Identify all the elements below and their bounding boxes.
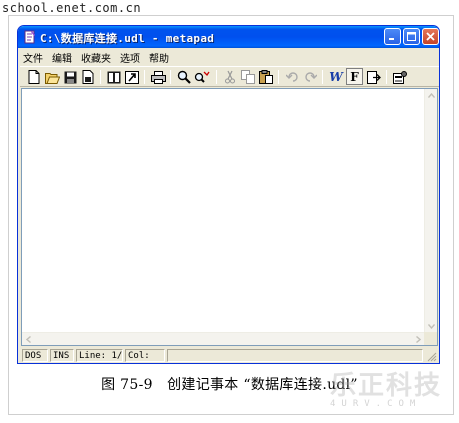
paste-button[interactable] — [258, 69, 274, 85]
redo-icon — [304, 72, 317, 82]
vertical-scrollbar[interactable] — [424, 89, 437, 333]
menu-help[interactable]: 帮助 — [149, 50, 169, 65]
print-icon — [150, 70, 166, 84]
find-icon — [177, 70, 191, 84]
toolbar-separator — [170, 70, 171, 84]
external-viewer-button[interactable] — [124, 69, 140, 85]
maximize-button[interactable] — [403, 28, 420, 45]
window-title: C:\数据库连接.udl - metapad — [40, 32, 215, 45]
undo-button[interactable] — [284, 69, 300, 85]
menu-favorites[interactable]: 收藏夹 — [81, 50, 111, 65]
logo-watermark-url: 4URV.COM — [330, 399, 422, 409]
open-folder-icon — [44, 72, 60, 84]
save-icon — [64, 71, 76, 83]
chevron-up-icon — [428, 93, 435, 98]
minimize-icon — [389, 38, 394, 40]
replace-button[interactable] — [194, 69, 210, 85]
scroll-up-button[interactable] — [425, 89, 438, 102]
toolbar-separator — [216, 70, 217, 84]
status-file-format: DOS — [22, 349, 48, 362]
menu-options[interactable]: 选项 — [120, 50, 140, 65]
app-window: C:\数据库连接.udl - metapad 文件 编辑 收藏夹 选项 帮助 W… — [17, 25, 440, 364]
resize-grip-icon[interactable] — [426, 351, 437, 362]
minimize-button[interactable] — [384, 28, 401, 45]
cut-button[interactable] — [222, 69, 238, 85]
chevron-left-icon — [26, 336, 31, 343]
print-button[interactable] — [150, 69, 166, 85]
close-button[interactable] — [422, 28, 439, 45]
redo-button[interactable] — [302, 69, 318, 85]
word-wrap-icon: W — [329, 70, 343, 84]
settings-icon — [393, 70, 407, 84]
horizontal-scrollbar[interactable] — [22, 332, 425, 345]
status-insert-mode: INS — [50, 349, 74, 362]
cut-icon — [225, 70, 235, 84]
open-button[interactable] — [44, 69, 60, 85]
word-wrap-button[interactable]: W — [328, 69, 344, 85]
undo-icon — [285, 72, 298, 82]
transparent-mode-icon — [367, 70, 381, 84]
paste-icon — [259, 70, 273, 84]
scrollbar-corner — [424, 332, 437, 345]
find-button[interactable] — [176, 69, 192, 85]
toolbar-separator — [144, 70, 145, 84]
toolbar-separator — [100, 70, 101, 84]
site-watermark: school.enet.com.cn — [2, 1, 142, 15]
menu-bar: 文件 编辑 收藏夹 选项 帮助 — [20, 48, 439, 66]
copy-icon — [241, 70, 255, 84]
print-preview-button[interactable] — [106, 69, 122, 85]
chevron-down-icon — [428, 324, 435, 329]
new-file-icon — [28, 70, 40, 84]
chevron-right-icon — [416, 336, 421, 343]
status-column: Col: — [125, 349, 165, 362]
save-as-icon — [82, 70, 94, 84]
new-file-button[interactable] — [26, 69, 42, 85]
save-as-button[interactable] — [80, 69, 96, 85]
metapad-app-icon — [24, 30, 35, 44]
font-icon: F — [350, 69, 359, 84]
settings-button[interactable] — [392, 69, 408, 85]
logo-watermark: 乐正科技 — [330, 371, 443, 401]
toolbar-separator — [278, 70, 279, 84]
status-line: Line: 1/ — [76, 349, 123, 362]
maximize-icon — [407, 32, 416, 41]
toolbar-separator — [386, 70, 387, 84]
status-message — [167, 349, 423, 362]
menu-edit[interactable]: 编辑 — [52, 50, 72, 65]
close-icon — [426, 32, 435, 41]
toolbar-separator — [322, 70, 323, 84]
font-button[interactable]: F — [346, 68, 363, 85]
save-button[interactable] — [62, 69, 78, 85]
transparent-mode-button[interactable] — [366, 69, 382, 85]
text-editor[interactable] — [21, 88, 438, 346]
menu-file[interactable]: 文件 — [23, 50, 43, 65]
print-preview-icon — [107, 71, 121, 83]
toolbar: W F — [20, 66, 439, 87]
scroll-left-button[interactable] — [22, 333, 35, 346]
title-bar[interactable]: C:\数据库连接.udl - metapad — [18, 26, 439, 48]
copy-button[interactable] — [240, 69, 256, 85]
status-bar: DOS INS Line: 1/ Col: — [20, 348, 439, 363]
replace-icon — [194, 71, 210, 83]
external-viewer-icon — [125, 70, 139, 84]
